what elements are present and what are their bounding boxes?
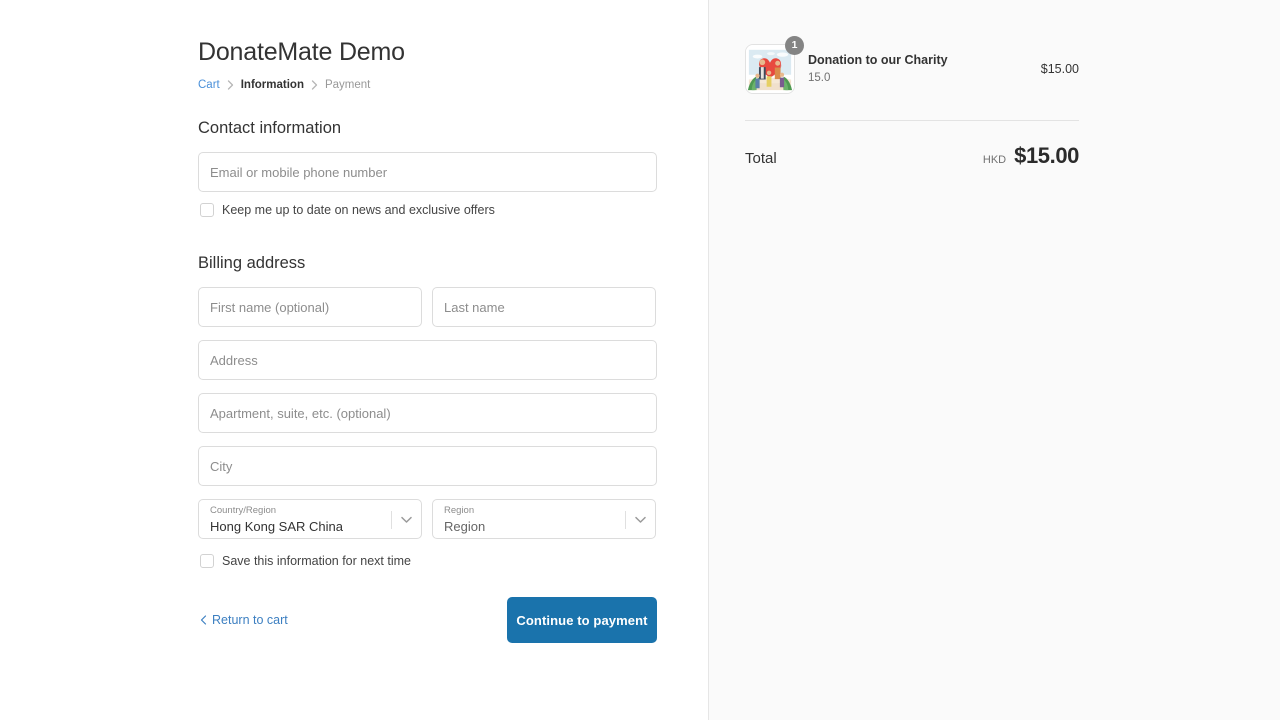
order-line-item: 1 Donation to our Charity 15.0 $15.00: [745, 36, 1079, 94]
order-total-row: Total HKD $15.00: [745, 143, 1079, 169]
city-field-wrapper: [198, 446, 657, 486]
first-name-input[interactable]: [199, 288, 421, 326]
first-name-field-wrapper: [198, 287, 422, 327]
order-summary-column: 1 Donation to our Charity 15.0 $15.00 To…: [709, 0, 1280, 720]
contact-information-heading: Contact information: [198, 119, 342, 137]
line-item-quantity-badge: 1: [785, 36, 804, 55]
line-item-variant: 15.0: [808, 72, 831, 84]
save-information-checkbox[interactable]: [200, 554, 214, 568]
contact-information-section: Contact information Keep me up to date o…: [198, 117, 657, 218]
chevron-down-icon[interactable]: [635, 516, 646, 524]
newsletter-checkbox-row[interactable]: Keep me up to date on news and exclusive…: [198, 202, 657, 218]
country-region-select[interactable]: Country/Region Hong Kong SAR China: [198, 499, 422, 539]
select-divider: [625, 511, 626, 529]
breadcrumb-cart-link[interactable]: Cart: [198, 77, 220, 93]
chevron-left-icon: [200, 615, 207, 625]
last-name-input[interactable]: [433, 288, 655, 326]
line-item-name: Donation to our Charity: [808, 53, 948, 67]
billing-address-section: Billing address First name (optional) La…: [198, 252, 657, 569]
page-title: DonateMate Demo: [198, 38, 405, 66]
form-actions: Return to cart Continue to payment: [198, 597, 657, 643]
chevron-down-icon[interactable]: [401, 516, 412, 524]
return-to-cart-link[interactable]: Return to cart: [200, 613, 288, 627]
line-item-details: Donation to our Charity 15.0: [808, 52, 1041, 86]
save-information-checkbox-label: Save this information for next time: [222, 554, 411, 568]
select-divider: [391, 511, 392, 529]
line-item-thumbnail-wrapper: 1: [745, 36, 804, 94]
last-name-field-wrapper: [432, 287, 656, 327]
apartment-field-wrapper: [198, 393, 657, 433]
country-region-select-label: Country/Region: [210, 505, 277, 516]
region-select-label: Region: [444, 505, 475, 516]
address-field-wrapper: [198, 340, 657, 380]
order-total-label: Total: [745, 150, 777, 167]
checkout-main-column: DonateMate Demo Cart Information Payment…: [0, 0, 709, 720]
chevron-right-icon: [311, 80, 318, 90]
newsletter-checkbox-label: Keep me up to date on news and exclusive…: [222, 203, 495, 217]
order-total-currency: HKD: [982, 154, 1007, 166]
apartment-input[interactable]: [199, 394, 656, 432]
breadcrumb: Cart Information Payment: [198, 77, 657, 93]
chevron-right-icon: [227, 80, 234, 90]
breadcrumb-information-step: Information: [240, 79, 304, 91]
city-input[interactable]: [199, 447, 656, 485]
breadcrumb-payment-step: Payment: [324, 79, 371, 91]
newsletter-checkbox[interactable]: [200, 203, 214, 217]
region-select[interactable]: Region Region: [432, 499, 656, 539]
email-input[interactable]: [199, 153, 656, 191]
address-input[interactable]: [199, 341, 656, 379]
line-item-price: $15.00: [1040, 61, 1079, 76]
save-information-checkbox-row[interactable]: Save this information for next time: [198, 553, 657, 569]
country-region-select-value: Hong Kong SAR China: [210, 519, 343, 534]
order-total-amount: $15.00: [1014, 143, 1079, 168]
return-to-cart-label: Return to cart: [212, 613, 288, 627]
summary-divider: [745, 120, 1079, 121]
checkout-page: DonateMate Demo Cart Information Payment…: [0, 0, 1280, 720]
email-field-wrapper: [198, 152, 657, 192]
billing-address-heading: Billing address: [198, 254, 306, 272]
continue-to-payment-button[interactable]: Continue to payment: [507, 597, 657, 643]
region-select-value: Region: [444, 519, 486, 534]
